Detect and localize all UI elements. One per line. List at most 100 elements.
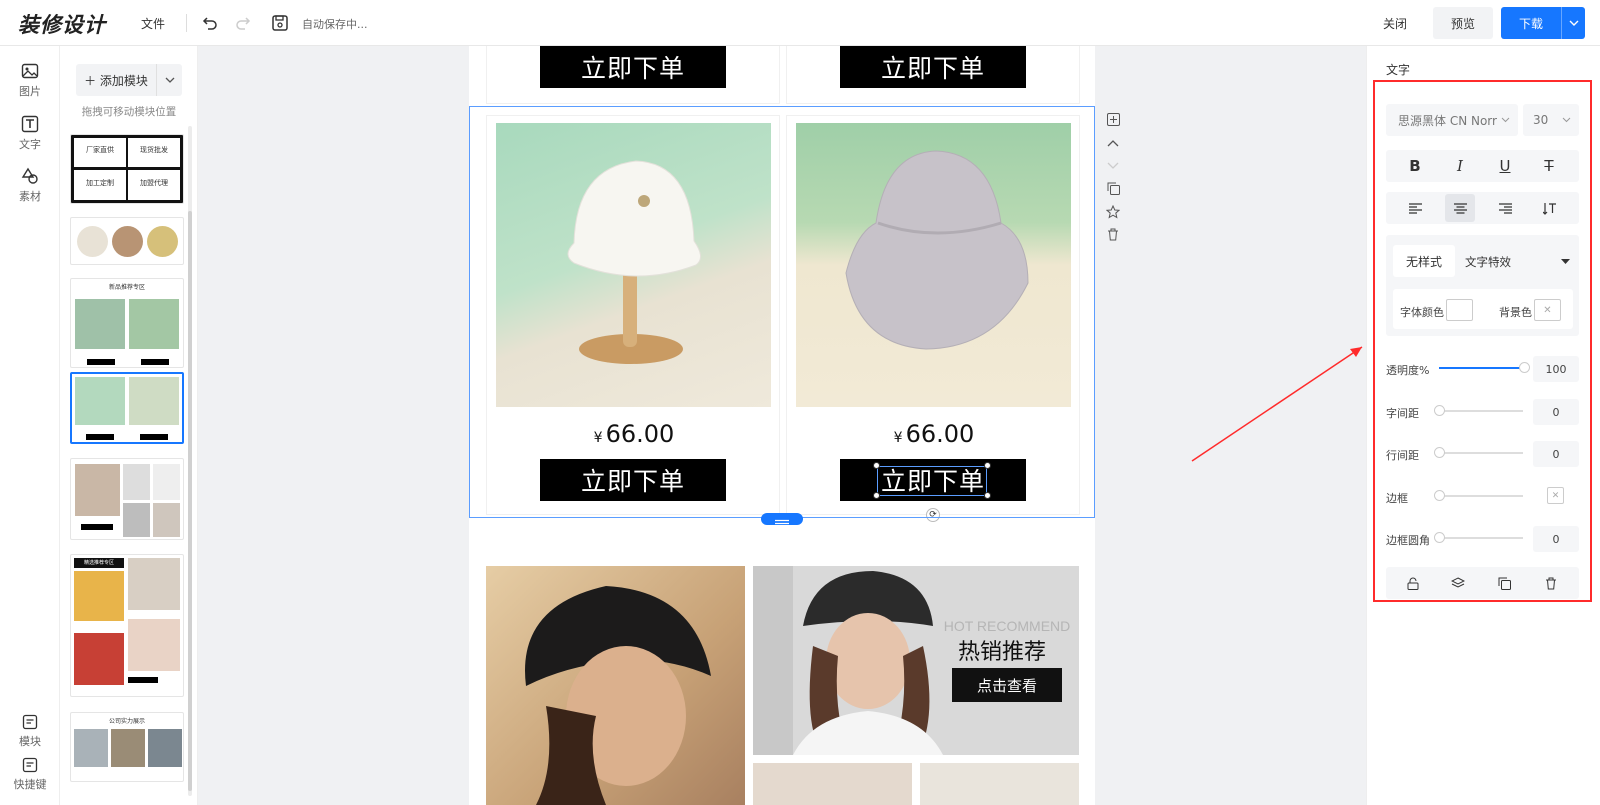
hot-recommend-banner[interactable]: HOT RECOMMEND 热销推荐 点击查看 xyxy=(753,566,1079,755)
line-height-input[interactable]: 0 xyxy=(1533,441,1579,467)
rail-label: 图片 xyxy=(19,85,41,98)
bold-icon[interactable]: B xyxy=(1400,152,1430,180)
app-logo: 装修设计 xyxy=(18,13,106,37)
module-icon xyxy=(22,714,38,730)
tab-no-style[interactable]: 无样式 xyxy=(1393,245,1455,277)
thumb-cell: 加工定制 xyxy=(74,170,126,200)
product-card-top-right[interactable]: 立即下单 xyxy=(786,46,1080,104)
thumb-circle-image xyxy=(112,226,143,257)
add-module-button[interactable]: ＋ 添加模块 xyxy=(76,64,182,96)
duplicate-icon[interactable] xyxy=(1489,569,1519,597)
thumb-image xyxy=(128,619,180,671)
border-radius-input[interactable]: 0 xyxy=(1533,526,1579,552)
product-card-top-left[interactable]: 立即下单 xyxy=(486,46,780,104)
scrollbar-thumb[interactable] xyxy=(188,211,192,791)
module-thumb-featured[interactable]: 精选推荐专区 xyxy=(70,554,184,697)
line-height-slider-track[interactable] xyxy=(1439,452,1523,454)
thumb-cell: 厂家直供 xyxy=(74,138,126,167)
border-color-none-icon[interactable]: ✕ xyxy=(1547,487,1564,504)
font-color-label: 字体颜色 xyxy=(1400,306,1444,319)
border-slider-track[interactable] xyxy=(1439,495,1523,497)
delete-icon[interactable] xyxy=(1536,569,1566,597)
lock-icon[interactable] xyxy=(1398,569,1428,597)
close-button[interactable]: 关闭 xyxy=(1383,15,1407,32)
border-slider-knob[interactable] xyxy=(1434,490,1445,501)
thumb-button xyxy=(140,434,168,440)
opacity-slider-track[interactable] xyxy=(1439,367,1523,369)
thumb-image xyxy=(123,464,150,500)
italic-icon[interactable]: I xyxy=(1445,152,1475,180)
vertical-text-icon[interactable] xyxy=(1534,194,1564,222)
module-thumb-company[interactable]: 公司实力展示 xyxy=(70,712,184,782)
letter-spacing-slider-track[interactable] xyxy=(1439,410,1523,412)
caret-down-icon[interactable] xyxy=(1561,259,1570,265)
module-resize-handle[interactable] xyxy=(761,513,803,525)
underline-icon[interactable]: U xyxy=(1490,152,1520,180)
rail-item-image[interactable]: 图片 xyxy=(0,62,60,99)
align-right-icon[interactable] xyxy=(1490,194,1520,222)
thumb-circle-image xyxy=(147,226,178,257)
thumb-image xyxy=(128,558,180,610)
module-thumb-circles[interactable] xyxy=(70,217,184,265)
thumb-image xyxy=(111,729,145,767)
rail-item-text[interactable]: 文字 xyxy=(0,115,60,152)
view-more-button[interactable]: 点击查看 xyxy=(952,668,1062,702)
image-icon xyxy=(21,63,39,79)
chevron-down-icon[interactable] xyxy=(156,64,182,96)
line-height-slider-knob[interactable] xyxy=(1434,447,1445,458)
save-icon[interactable] xyxy=(269,12,291,34)
no-color-icon[interactable]: ✕ xyxy=(1534,299,1561,321)
copy-icon[interactable] xyxy=(1102,177,1124,200)
rail-item-shortcuts[interactable]: 快捷键 xyxy=(0,757,60,792)
move-down-icon[interactable] xyxy=(1102,154,1124,177)
thumb-image xyxy=(153,464,180,500)
buy-button[interactable]: 立即下单 xyxy=(540,46,726,88)
font-size-value: 30 xyxy=(1533,113,1549,127)
opacity-label: 透明度% xyxy=(1386,364,1430,377)
trash-icon[interactable] xyxy=(1102,223,1124,246)
undo-icon[interactable] xyxy=(199,12,221,34)
thumb-image xyxy=(74,571,124,621)
letter-spacing-slider-knob[interactable] xyxy=(1434,405,1445,416)
text-icon xyxy=(21,115,39,133)
shapes-icon xyxy=(21,167,38,184)
module-thumb-new-products[interactable]: 新品推荐专区 xyxy=(70,278,184,368)
module-thumb-selected[interactable] xyxy=(70,372,184,444)
align-center-icon[interactable] xyxy=(1445,194,1475,222)
add-icon[interactable] xyxy=(1102,108,1124,131)
thumb-button xyxy=(86,434,114,440)
module-panel-scrollbar[interactable] xyxy=(188,126,192,796)
banner-image-small[interactable] xyxy=(920,763,1079,805)
align-left-icon[interactable] xyxy=(1400,194,1430,222)
file-menu[interactable]: 文件 xyxy=(141,15,165,32)
bg-color-label: 背景色 xyxy=(1499,306,1532,319)
font-family-select[interactable]: 思源黑体 CN Norr xyxy=(1386,104,1518,136)
border-radius-slider-knob[interactable] xyxy=(1434,532,1445,543)
move-up-icon[interactable] xyxy=(1102,131,1124,154)
star-icon[interactable] xyxy=(1102,200,1124,223)
letter-spacing-input[interactable]: 0 xyxy=(1533,399,1579,425)
opacity-slider-knob[interactable] xyxy=(1519,362,1530,373)
thumb-label: 精选推荐专区 xyxy=(74,558,124,568)
drag-hint: 拖拽可移动模块位置 xyxy=(81,106,177,118)
download-button[interactable]: 下载 xyxy=(1501,7,1585,39)
chevron-down-icon[interactable] xyxy=(1561,7,1585,39)
opacity-input[interactable]: 100 xyxy=(1533,356,1579,382)
buy-button[interactable]: 立即下单 xyxy=(840,46,1026,88)
rail-item-assets[interactable]: 素材 xyxy=(0,167,60,204)
preview-button[interactable]: 预览 xyxy=(1433,7,1493,39)
banner-image-small[interactable] xyxy=(753,763,912,805)
module-thumb-collage[interactable] xyxy=(70,458,184,540)
font-size-select[interactable]: 30 xyxy=(1523,104,1579,136)
rail-item-module[interactable]: 模块 xyxy=(0,714,60,749)
strikethrough-icon[interactable]: T xyxy=(1534,152,1564,180)
thumb-image xyxy=(129,299,179,349)
module-thumb-features[interactable]: 厂家直供 现货批发 加工定制 加盟代理 xyxy=(70,134,184,204)
font-color-swatch[interactable] xyxy=(1446,299,1473,321)
border-radius-slider-track[interactable] xyxy=(1439,537,1523,539)
tab-text-effect[interactable]: 文字特效 xyxy=(1465,254,1511,270)
redo-icon[interactable] xyxy=(232,12,254,34)
banner-image-woman-black-hat[interactable] xyxy=(486,566,745,805)
layers-icon[interactable] xyxy=(1443,569,1473,597)
thumb-button xyxy=(87,359,115,365)
